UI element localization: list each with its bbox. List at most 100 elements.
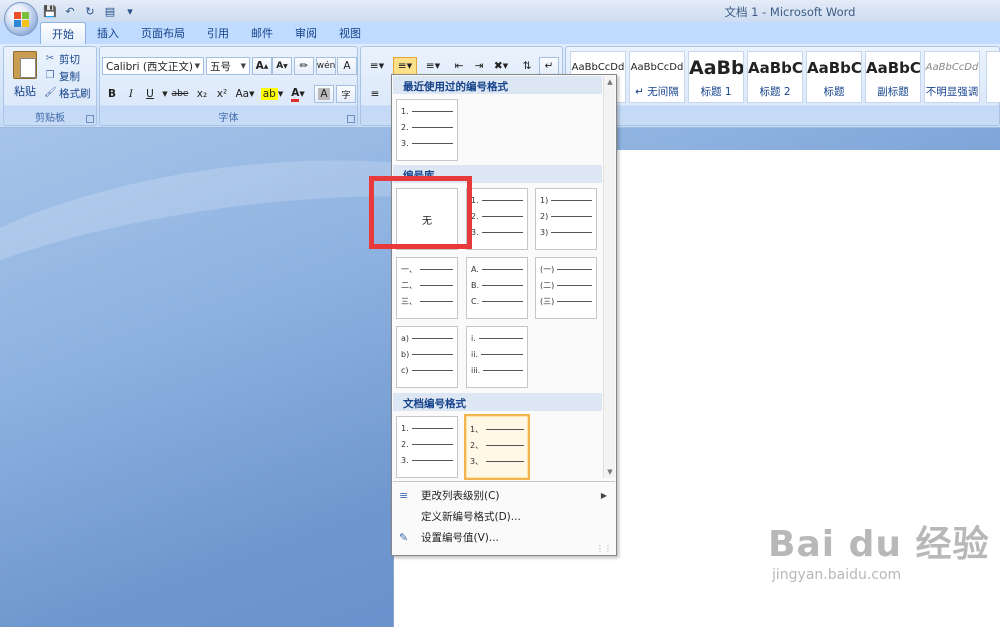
tab-mailings[interactable]: 邮件 — [240, 22, 284, 44]
character-shading-button[interactable]: A — [314, 85, 334, 103]
submenu-arrow-icon: ▶ — [600, 491, 607, 500]
style-no-spacing[interactable]: AaBbCcDd ↵ 无间隔 — [629, 51, 685, 103]
bullets-icon: ≡ — [369, 60, 379, 72]
library-format-1-dot[interactable]: 1. 2. 3. — [466, 188, 528, 250]
grow-font-icon: A — [255, 60, 264, 72]
document-format-1-comma[interactable]: 1、 2、 3、 — [464, 414, 530, 480]
tab-home[interactable]: 开始 — [40, 22, 86, 44]
font-size-value: 五号 — [210, 60, 231, 73]
style-sample: AaBbC — [866, 59, 920, 77]
superscript-icon: x² — [216, 88, 228, 100]
tab-page-layout[interactable]: 页面布局 — [130, 22, 196, 44]
paragraph-mark-icon: ↵ — [544, 60, 554, 72]
library-format-chinese[interactable]: 一、 二、 三、 — [396, 257, 458, 319]
library-format-letter-lower[interactable]: a) b) c) — [396, 326, 458, 388]
style-more-partial[interactable] — [986, 51, 1000, 103]
font-name-combo[interactable]: Calibri (西文正文) ▼ — [102, 57, 204, 75]
menu-item-label: 更改列表级别(C) — [421, 490, 500, 502]
change-case-button[interactable]: Aa ▼ — [232, 85, 258, 103]
tab-insert[interactable]: 插入 — [86, 22, 130, 44]
increase-indent-button[interactable]: ⇥ — [469, 57, 489, 75]
set-numbering-value-item[interactable]: ✎ 设置编号值(V)... — [393, 527, 615, 548]
style-name: 不明显强调 — [925, 86, 979, 98]
clear-format-button[interactable]: ✏ — [294, 57, 314, 75]
style-title[interactable]: AaBbC 标题 — [806, 51, 862, 103]
library-format-roman[interactable]: i. ii. iii. — [466, 326, 528, 388]
highlighter-icon: ab — [260, 88, 278, 100]
style-heading-1[interactable]: AaBb 标题 1 — [688, 51, 744, 103]
chevron-down-icon: ▼ — [194, 62, 200, 70]
bullets-button[interactable]: ≡ ▼ — [365, 57, 389, 75]
cut-button[interactable]: ✂ 剪切 — [44, 51, 80, 67]
define-new-format-item[interactable]: 定义新编号格式(D)... — [393, 506, 615, 527]
style-sample: AaBbC — [807, 59, 861, 77]
section-document-header: 文档编号格式 — [393, 393, 602, 411]
tab-references[interactable]: 引用 — [196, 22, 240, 44]
resize-grip-icon[interactable]: ⋮⋮ — [596, 544, 612, 553]
document-format-1-dot[interactable]: 1. 2. 3. — [396, 416, 458, 478]
numbering-menu-commands: ≡ 更改列表级别(C) ▶ 定义新编号格式(D)... ✎ 设置编号值(V)..… — [393, 481, 615, 555]
sort-icon: ⇅ — [522, 60, 532, 72]
font-name-value: Calibri (西文正文) — [106, 60, 194, 73]
list-line: 3. — [401, 138, 453, 148]
font-size-combo[interactable]: 五号 ▼ — [206, 57, 250, 75]
shrink-font-icon: A — [276, 61, 284, 71]
style-subtle-emphasis[interactable]: AaBbCcDd 不明显强调 — [924, 51, 980, 103]
tab-review[interactable]: 审阅 — [284, 22, 328, 44]
strikethrough-button[interactable]: abe — [170, 85, 190, 103]
font-dialog-launcher[interactable] — [347, 115, 355, 123]
phonetic-guide-icon: wén — [316, 61, 336, 71]
grow-font-button[interactable]: A ▲ — [252, 57, 272, 75]
scroll-down-icon[interactable]: ▼ — [604, 466, 616, 478]
shrink-font-button[interactable]: A ▼ — [272, 57, 292, 75]
style-name: 标题 2 — [759, 86, 791, 98]
tab-view[interactable]: 视图 — [328, 22, 372, 44]
watermark-main: Bai du 经验 — [768, 524, 990, 565]
superscript-button[interactable]: x² — [212, 85, 232, 103]
change-list-level-icon: ≡ — [399, 489, 409, 502]
enclose-characters-button[interactable]: 字 — [336, 85, 356, 103]
copy-button[interactable]: ❐ 复制 — [44, 68, 80, 84]
style-heading-2[interactable]: AaBbC 标题 2 — [747, 51, 803, 103]
format-painter-button[interactable]: 🖌 格式刷 — [44, 85, 91, 101]
numbering-icon: ≡ — [397, 60, 407, 72]
paste-button[interactable]: 粘贴 — [9, 49, 41, 105]
align-left-icon: ≡ — [370, 88, 380, 100]
format-painter-label: 格式刷 — [59, 87, 91, 100]
chevron-down-icon: ▼ — [240, 62, 246, 70]
copy-icon: ❐ — [45, 70, 55, 81]
bold-icon: B — [107, 88, 116, 100]
list-line: 2. — [401, 122, 453, 132]
increase-indent-icon: ⇥ — [474, 60, 484, 72]
clipboard-dialog-launcher[interactable] — [86, 115, 94, 123]
scissors-icon: ✂ — [45, 53, 55, 64]
chinese-layout-button[interactable]: ✖ ▼ — [489, 57, 513, 75]
scroll-up-icon[interactable]: ▲ — [604, 76, 616, 88]
library-format-1-paren[interactable]: 1) 2) 3) — [535, 188, 597, 250]
style-subtitle[interactable]: AaBbC 副标题 — [865, 51, 921, 103]
phonetic-guide-button[interactable]: wén — [316, 57, 336, 75]
gallery-scrollbar[interactable]: ▲ ▼ — [603, 76, 615, 478]
numbering-button[interactable]: ≡ ▼ — [393, 57, 417, 75]
multilevel-list-button[interactable]: ≡ ▼ — [421, 57, 445, 75]
styles-group: AaBbCcDd AaBbCcDd ↵ 无间隔 AaBb 标题 1 AaBbC … — [565, 46, 1000, 126]
highlight-button[interactable]: ab ▼ — [260, 85, 284, 103]
subscript-button[interactable]: x₂ — [192, 85, 212, 103]
library-format-letter-upper[interactable]: A. B. C. — [466, 257, 528, 319]
library-format-chinese-paren[interactable]: (一) (二) (三) — [535, 257, 597, 319]
sort-button[interactable]: ⇅ — [517, 57, 537, 75]
font-color-button[interactable]: A ▼ — [286, 85, 310, 103]
change-list-level-item[interactable]: ≡ 更改列表级别(C) ▶ — [393, 485, 615, 506]
show-marks-button[interactable]: ↵ — [539, 57, 559, 75]
decrease-indent-button[interactable]: ⇤ — [449, 57, 469, 75]
baidu-jingyan-watermark: Bai du 经验 jingyan.baidu.com — [768, 515, 990, 583]
align-left-button[interactable]: ≡ — [365, 85, 385, 103]
italic-button[interactable]: I — [121, 85, 141, 103]
font-group-label: 字体 — [218, 113, 239, 124]
character-border-button[interactable]: A — [337, 57, 357, 75]
font-group: Calibri (西文正文) ▼ 五号 ▼ A ▲ A ▼ ✏ wén A B I U … — [99, 46, 358, 126]
office-button[interactable] — [4, 2, 38, 36]
bold-button[interactable]: B — [102, 85, 122, 103]
chevron-down-icon: ▼ — [162, 90, 168, 98]
recent-format-1-dot[interactable]: 1. 2. 3. — [396, 99, 458, 161]
